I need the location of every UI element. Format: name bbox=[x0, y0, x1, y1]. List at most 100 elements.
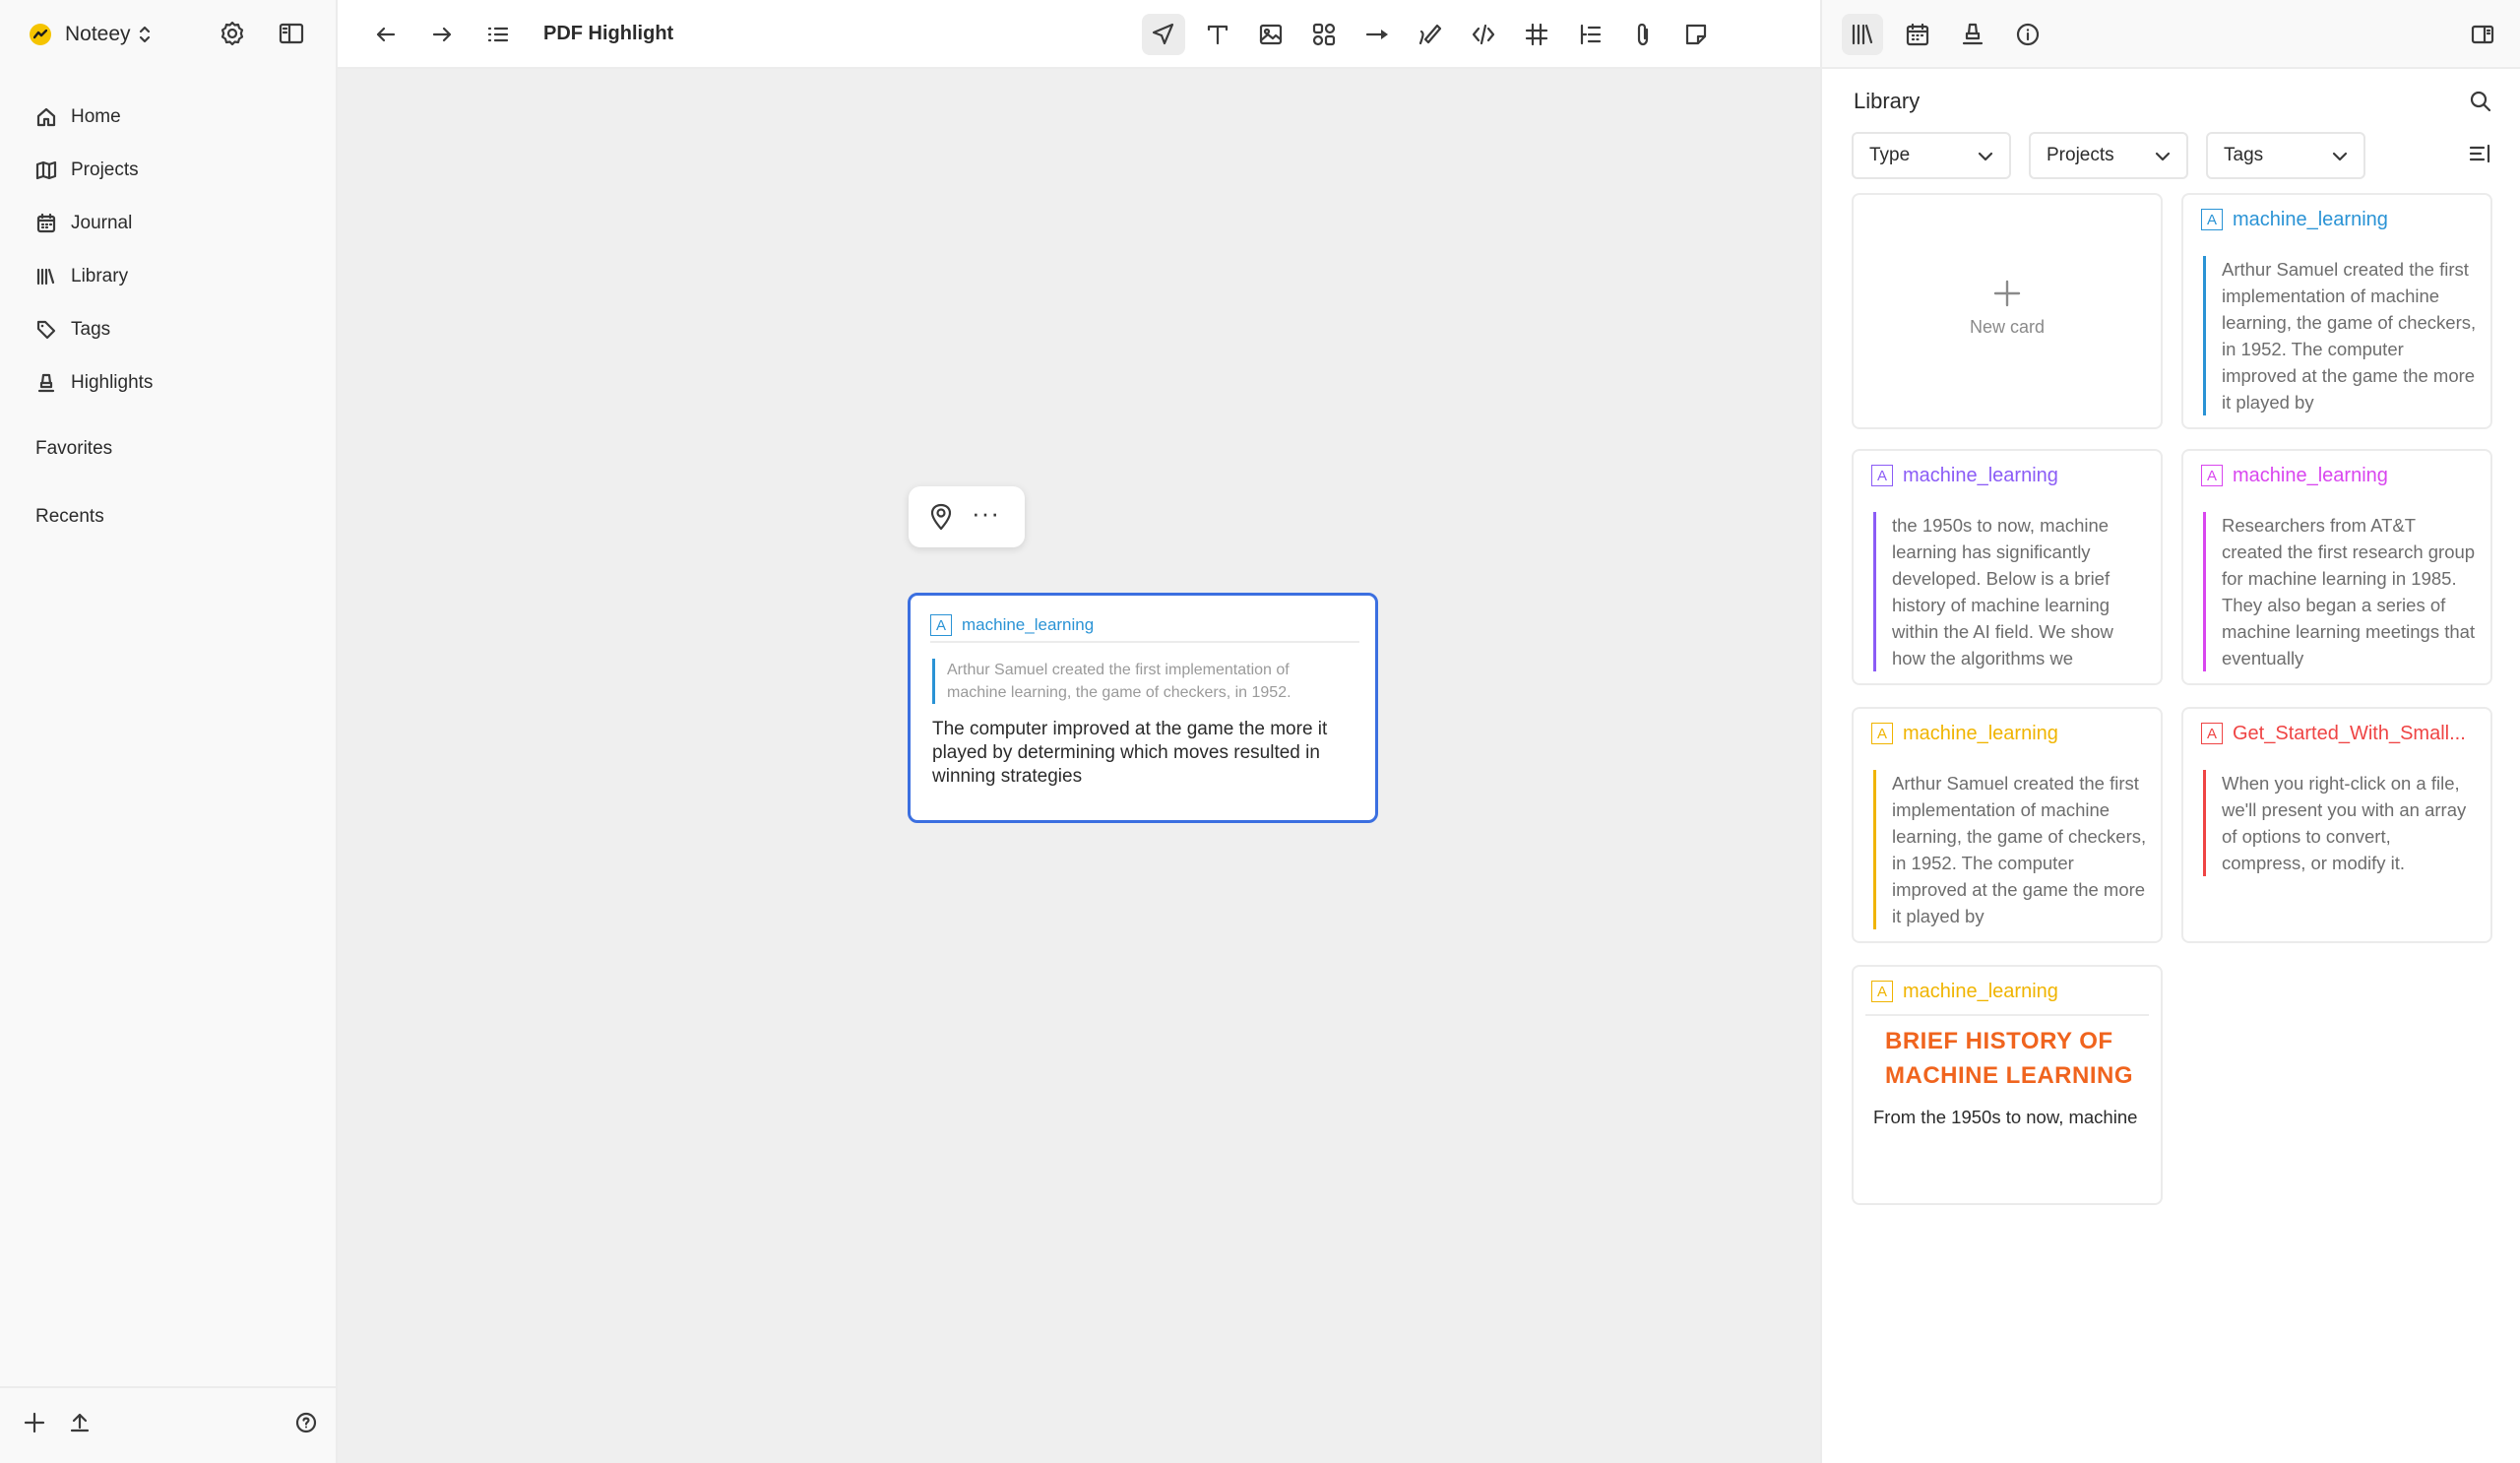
sidebar-item-tags[interactable]: Tags bbox=[0, 303, 336, 356]
tab-info[interactable] bbox=[2007, 14, 2048, 55]
library-search-button[interactable] bbox=[2468, 89, 2493, 114]
sidebar-footer bbox=[0, 1386, 336, 1463]
shapes-tool[interactable] bbox=[1302, 14, 1346, 55]
left-sidebar: Noteey Home Projects Journal Library Tag… bbox=[0, 0, 338, 1463]
card-tag: machine_learning bbox=[2233, 464, 2388, 486]
sidebar-item-highlights[interactable]: Highlights bbox=[0, 356, 336, 410]
document-title: PDF Highlight bbox=[543, 23, 674, 44]
sidebar-item-label: Library bbox=[71, 266, 129, 286]
card-header: A machine_learning bbox=[1871, 463, 2147, 488]
library-title: Library bbox=[1854, 89, 1921, 113]
help-circle-icon bbox=[295, 1412, 317, 1433]
highlighter-icon bbox=[37, 373, 55, 393]
text-tool[interactable] bbox=[1196, 14, 1239, 55]
sidebar-item-projects[interactable]: Projects bbox=[0, 144, 336, 197]
filter-projects[interactable]: Projects bbox=[2029, 132, 2188, 179]
plus-icon bbox=[24, 1412, 45, 1433]
recents-section[interactable]: Recents bbox=[35, 506, 104, 528]
library-card[interactable]: A Get_Started_With_Small... When you rig… bbox=[2181, 707, 2492, 943]
pen-icon bbox=[1418, 24, 1442, 45]
annotation-icon: A bbox=[1871, 723, 1893, 744]
sidebar-item-label: Home bbox=[71, 106, 121, 127]
add-button[interactable] bbox=[22, 1410, 47, 1435]
calendar-icon bbox=[36, 213, 56, 233]
noteey-logo-icon bbox=[30, 24, 51, 45]
sidebar-item-journal[interactable]: Journal bbox=[0, 197, 336, 250]
card-body: When you right-click on a file, we'll pr… bbox=[2203, 770, 2477, 876]
upload-button[interactable] bbox=[67, 1410, 93, 1435]
back-button[interactable] bbox=[369, 18, 403, 51]
forward-button[interactable] bbox=[425, 18, 459, 51]
favorites-section[interactable]: Favorites bbox=[35, 438, 112, 460]
pen-tool[interactable] bbox=[1409, 14, 1452, 55]
tab-highlights[interactable] bbox=[1952, 14, 1993, 55]
sidebar-nav: Home Projects Journal Library Tags Highl… bbox=[0, 91, 336, 410]
annotation-icon: A bbox=[2201, 209, 2223, 230]
calendar-icon bbox=[1906, 23, 1929, 46]
library-card[interactable]: A machine_learning Arthur Samuel created… bbox=[1852, 707, 2163, 943]
table-tool[interactable] bbox=[1515, 14, 1558, 55]
plus-icon bbox=[1993, 280, 2021, 307]
more-options-button[interactable]: ··· bbox=[972, 498, 1000, 529]
toggle-sidebar-button[interactable] bbox=[278, 20, 305, 47]
card-quote: Arthur Samuel created the first implemen… bbox=[932, 659, 1346, 704]
connector-arrow-icon bbox=[1365, 30, 1388, 39]
filter-tags[interactable]: Tags bbox=[2206, 132, 2365, 179]
code-tool[interactable] bbox=[1462, 14, 1505, 55]
hash-icon bbox=[1525, 23, 1548, 46]
sidebar-item-label: Tags bbox=[71, 319, 111, 340]
workspace-switcher[interactable]: Noteey bbox=[30, 18, 151, 51]
right-panel-tabs bbox=[1822, 0, 2520, 69]
card-body: Arthur Samuel created the first implemen… bbox=[2203, 256, 2477, 415]
info-icon bbox=[2016, 23, 2040, 46]
settings-button[interactable] bbox=[219, 20, 246, 47]
sticky-note-tool[interactable] bbox=[1674, 14, 1718, 55]
arrow-right-icon bbox=[432, 27, 452, 42]
new-card-label: New card bbox=[1969, 317, 2046, 337]
sidebar-right-icon bbox=[2471, 25, 2494, 44]
sidebar-item-label: Highlights bbox=[71, 372, 154, 393]
image-icon bbox=[1259, 24, 1283, 45]
library-card[interactable]: A machine_learning Arthur Samuel created… bbox=[2181, 193, 2492, 429]
right-panel: Library Type Projects Tags New card A ma… bbox=[1820, 0, 2520, 1463]
arrow-tool[interactable] bbox=[1355, 14, 1399, 55]
annotation-icon: A bbox=[1871, 465, 1893, 486]
locate-button[interactable] bbox=[926, 502, 956, 532]
card-heading: BRIEF HISTORY OF MACHINE LEARNING bbox=[1885, 1028, 2133, 1089]
arrow-left-icon bbox=[376, 27, 396, 42]
paperclip-icon bbox=[1637, 23, 1649, 46]
filter-label: Type bbox=[1869, 145, 1911, 165]
sidebar-item-home[interactable]: Home bbox=[0, 91, 336, 144]
help-button[interactable] bbox=[293, 1410, 319, 1435]
filter-type[interactable]: Type bbox=[1852, 132, 2011, 179]
list-tool[interactable] bbox=[1568, 14, 1611, 55]
toggle-right-panel-button[interactable] bbox=[2462, 14, 2503, 55]
card-tag[interactable]: machine_learning bbox=[962, 615, 1094, 635]
sidebar-panel-icon bbox=[279, 23, 304, 44]
sort-button[interactable] bbox=[2468, 142, 2493, 167]
attachment-tool[interactable] bbox=[1621, 14, 1665, 55]
library-card[interactable]: A machine_learning BRIEF HISTORY OF MACH… bbox=[1852, 965, 2163, 1205]
highlight-card[interactable]: A machine_learning Arthur Samuel created… bbox=[908, 593, 1378, 823]
outline-button[interactable] bbox=[481, 18, 515, 51]
new-card-button[interactable]: New card bbox=[1852, 193, 2163, 429]
map-pin-icon bbox=[930, 503, 952, 531]
chevron-updown-icon bbox=[139, 25, 151, 44]
tab-library[interactable] bbox=[1842, 14, 1883, 55]
library-card[interactable]: A machine_learning Researchers from AT&T… bbox=[2181, 449, 2492, 685]
sidebar-item-library[interactable]: Library bbox=[0, 250, 336, 303]
annotation-icon: A bbox=[2201, 723, 2223, 744]
tab-calendar[interactable] bbox=[1897, 14, 1938, 55]
card-tag: machine_learning bbox=[1903, 464, 2058, 486]
select-tool[interactable] bbox=[1142, 14, 1185, 55]
chevron-down-icon bbox=[2155, 152, 2171, 161]
card-note[interactable]: The computer improved at the game the mo… bbox=[932, 718, 1348, 789]
sidebar-item-label: Projects bbox=[71, 159, 139, 180]
image-tool[interactable] bbox=[1249, 14, 1292, 55]
cursor-arrow-icon bbox=[1152, 23, 1174, 45]
library-card[interactable]: A machine_learning the 1950s to now, mac… bbox=[1852, 449, 2163, 685]
text-icon bbox=[1207, 25, 1228, 45]
card-body: Arthur Samuel created the first implemen… bbox=[1873, 770, 2147, 929]
sidebar-item-label: Journal bbox=[71, 213, 133, 233]
filter-label: Tags bbox=[2224, 145, 2264, 165]
